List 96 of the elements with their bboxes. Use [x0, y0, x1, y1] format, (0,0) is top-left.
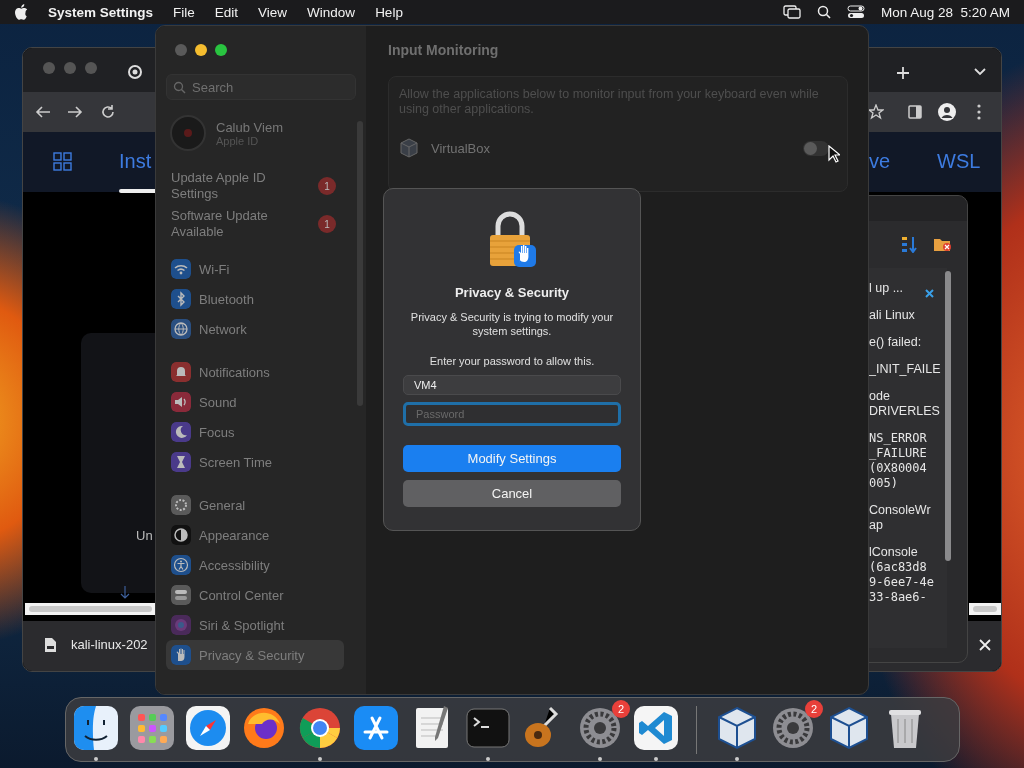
log-text: _INIT_FAILE	[869, 362, 941, 377]
more-icon[interactable]	[977, 104, 981, 120]
notification-badge: 1	[318, 177, 336, 195]
page-title: Input Monitoring	[388, 42, 500, 58]
vertical-scrollbar[interactable]	[945, 271, 951, 561]
zoom-window-icon[interactable]	[215, 44, 227, 56]
app-name: VirtualBox	[431, 140, 491, 156]
log-text: ali Linux	[869, 308, 915, 323]
sidebar-item[interactable]: Notifications	[166, 357, 344, 387]
launchpad-icon[interactable]	[128, 703, 176, 752]
chevron-down-icon[interactable]	[974, 67, 986, 77]
sidebar-item[interactable]: Focus	[166, 417, 344, 447]
safari-icon[interactable]	[184, 703, 232, 752]
forward-icon[interactable]	[67, 104, 83, 120]
notice-link[interactable]: Software Update Available	[171, 208, 291, 240]
download-file-name[interactable]: kali-linux-202	[71, 637, 148, 652]
sidebar-item[interactable]: Appearance	[166, 520, 344, 550]
username-field[interactable]: VM4	[403, 375, 621, 395]
reload-icon[interactable]	[100, 104, 116, 120]
grid-icon[interactable]	[53, 152, 72, 171]
search-icon	[173, 81, 186, 94]
notice-link[interactable]: Update Apple ID Settings	[171, 170, 291, 202]
menu-bar-clock[interactable]: Mon Aug 28 5:20 AM	[880, 4, 1010, 20]
sidebar-item[interactable]: Privacy & Security	[166, 640, 344, 670]
side-panel-icon[interactable]	[908, 105, 922, 119]
log-text: l up ...	[869, 281, 904, 296]
download-arrow-icon	[120, 586, 130, 600]
sidebar-item[interactable]: Siri & Spotlight	[166, 610, 344, 640]
screen-mirroring-icon[interactable]	[782, 5, 801, 19]
dialog-prompt: Enter your password to allow this.	[429, 355, 595, 367]
log-text: ConsoleWr	[869, 503, 931, 518]
log-text: NS_ERROR	[869, 431, 927, 446]
cube-icon	[399, 138, 419, 158]
log-text: ode	[869, 389, 890, 404]
running-indicator	[735, 756, 739, 761]
running-indicator	[94, 756, 98, 761]
log-text: 33-8ae6-	[869, 590, 927, 605]
log-text: 9-6ee7-4e	[869, 575, 935, 590]
menu-item[interactable]: Help	[375, 4, 403, 20]
vscode-icon[interactable]	[632, 703, 680, 752]
horizontal-scrollbar[interactable]	[25, 603, 156, 615]
toggle-switch[interactable]	[803, 140, 829, 156]
nav-link[interactable]: WSL	[937, 150, 981, 173]
menu-item[interactable]: View	[258, 4, 288, 20]
folder-error-icon[interactable]	[934, 236, 952, 252]
sidebar-item[interactable]: General	[166, 490, 344, 520]
sidebar-item[interactable]: Screen Time	[166, 447, 344, 477]
notification-badge: 2	[805, 699, 823, 718]
menu-item[interactable]: File	[173, 4, 195, 20]
search-field[interactable]: Search	[166, 74, 356, 100]
sidebar-item[interactable]: Bluetooth	[166, 284, 344, 314]
horizontal-scrollbar[interactable]	[969, 603, 1001, 615]
minimize-window-icon[interactable]	[195, 44, 207, 56]
nav-link[interactable]: ve	[869, 150, 891, 173]
appstore-icon[interactable]	[352, 703, 400, 752]
sidebar-item[interactable]: Accessibility	[166, 550, 344, 580]
sidebar-item[interactable]: Network	[166, 314, 344, 344]
app-menu[interactable]: System Settings	[48, 4, 154, 20]
notification-badge: 1	[318, 215, 336, 233]
search-icon[interactable]	[816, 5, 831, 19]
log-text: DRIVERLES	[869, 404, 940, 419]
file-icon	[45, 638, 56, 652]
running-indicator	[654, 756, 658, 761]
nav-link[interactable]: Inst	[119, 150, 152, 173]
menu-item[interactable]: Window	[307, 4, 356, 20]
log-text: lConsole	[869, 545, 918, 560]
star-icon[interactable]	[868, 104, 884, 120]
apple-logo-icon[interactable]	[14, 4, 28, 20]
log-text: _FAILURE	[869, 446, 927, 461]
mouse-pointer-icon	[828, 145, 840, 163]
log-text: 005)	[869, 476, 898, 491]
card-text: Un	[136, 528, 153, 543]
log-text: ap	[869, 518, 883, 533]
sort-icon[interactable]	[902, 236, 917, 253]
back-icon[interactable]	[35, 104, 51, 120]
dialog-message: Privacy & Security is trying to modify your system settings.	[409, 310, 615, 338]
new-tab-icon[interactable]	[896, 66, 910, 80]
notification-badge: 2	[612, 699, 630, 718]
running-indicator	[598, 756, 602, 761]
dialog-title: Privacy & Security	[454, 285, 570, 300]
password-field[interactable]: Password	[403, 402, 621, 426]
log-text: (6ac83d8	[869, 560, 927, 575]
modify-settings-button[interactable]: Modify Settings	[403, 445, 621, 472]
sidebar-item[interactable]: Wi-Fi	[166, 254, 344, 284]
running-indicator	[318, 756, 322, 761]
control-center-icon[interactable]	[846, 5, 865, 19]
menu-item[interactable]: Edit	[214, 4, 239, 20]
cancel-button[interactable]: Cancel	[403, 480, 621, 507]
account-name[interactable]: Calub Viem	[216, 119, 283, 135]
log-text: e() failed:	[869, 335, 922, 350]
profile-icon[interactable]	[937, 102, 957, 122]
sidebar-item[interactable]: Control Center	[166, 580, 344, 610]
sidebar-item[interactable]: Sound	[166, 387, 344, 417]
running-indicator	[486, 756, 490, 761]
finder-icon[interactable]	[72, 703, 120, 752]
log-text: (0X80004	[869, 461, 927, 476]
